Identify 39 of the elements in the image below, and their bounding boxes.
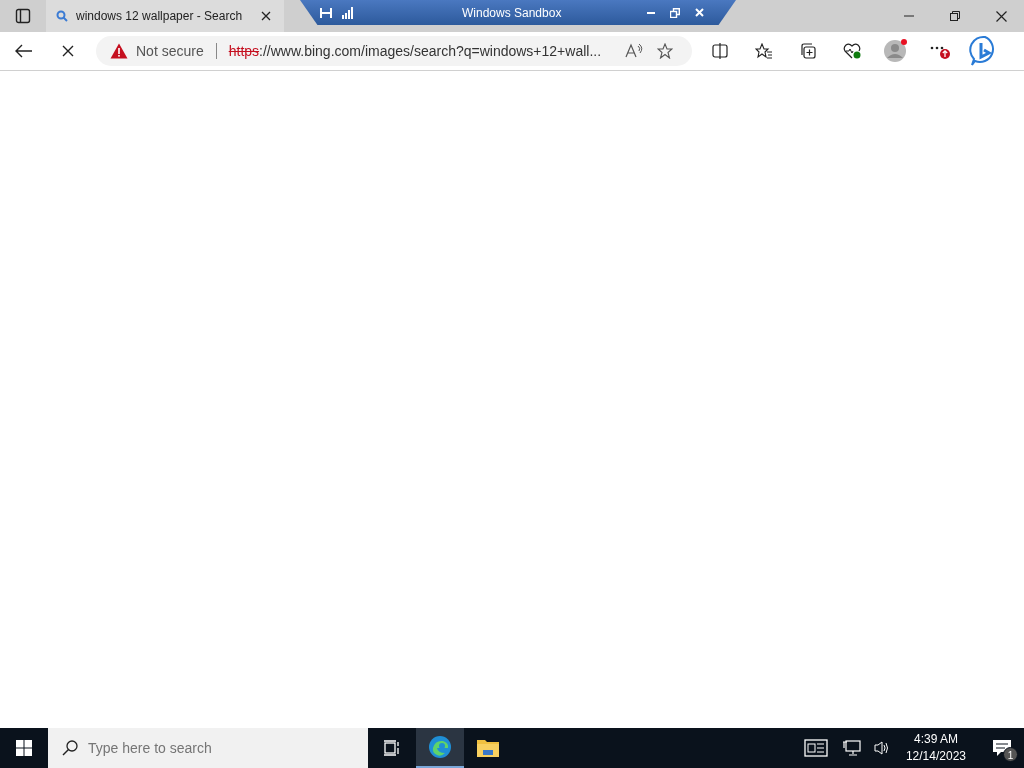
url-text: https://www.bing.com/images/search?q=windows+12+wall... xyxy=(228,41,603,61)
close-icon xyxy=(261,11,271,21)
taskbar-search-field[interactable]: Type here to search xyxy=(48,728,368,768)
sandbox-title: Windows Sandbox xyxy=(462,4,562,22)
avatar-icon xyxy=(883,38,909,64)
split-screen-icon xyxy=(712,43,728,59)
task-view-icon xyxy=(384,740,400,756)
sidebar-icon xyxy=(15,8,31,24)
search-icon xyxy=(62,740,78,756)
close-icon xyxy=(62,45,74,57)
close-icon xyxy=(995,10,1007,22)
collections-icon xyxy=(800,43,816,59)
heart-check-icon xyxy=(843,43,861,59)
notifications-button[interactable]: 1 xyxy=(980,728,1024,768)
signal-icon xyxy=(342,6,354,19)
windows-logo-icon xyxy=(16,740,32,756)
clock-date: 12/14/2023 xyxy=(905,748,966,765)
address-bar[interactable]: Not secure https://www.bing.com/images/search?q=windows+12+wall... xyxy=(96,36,692,66)
read-aloud-icon xyxy=(625,43,643,59)
tab-title: windows 12 wallpaper - Search xyxy=(76,8,244,25)
clock-time: 4:39 AM xyxy=(913,731,958,748)
taskbar-app-button[interactable] xyxy=(416,728,464,768)
close-icon xyxy=(694,8,704,17)
browser-tab[interactable]: windows 12 wallpaper - Search xyxy=(46,0,284,32)
restore-icon xyxy=(950,11,960,21)
speaker-icon xyxy=(873,740,890,756)
network-icon xyxy=(842,740,861,756)
restore-icon xyxy=(670,7,680,18)
star-list-icon xyxy=(755,43,773,59)
star-icon xyxy=(657,43,673,59)
warning-icon xyxy=(110,43,128,59)
security-label: Not secure xyxy=(136,41,204,61)
minimize-icon xyxy=(647,11,655,14)
notification-count: 1 xyxy=(1003,747,1018,762)
back-arrow-icon xyxy=(15,44,33,58)
clock[interactable]: 4:39 AM 12/14/2023 xyxy=(901,731,970,765)
newspaper-icon xyxy=(803,739,828,757)
browser-icon xyxy=(428,735,452,759)
search-icon xyxy=(56,10,68,22)
